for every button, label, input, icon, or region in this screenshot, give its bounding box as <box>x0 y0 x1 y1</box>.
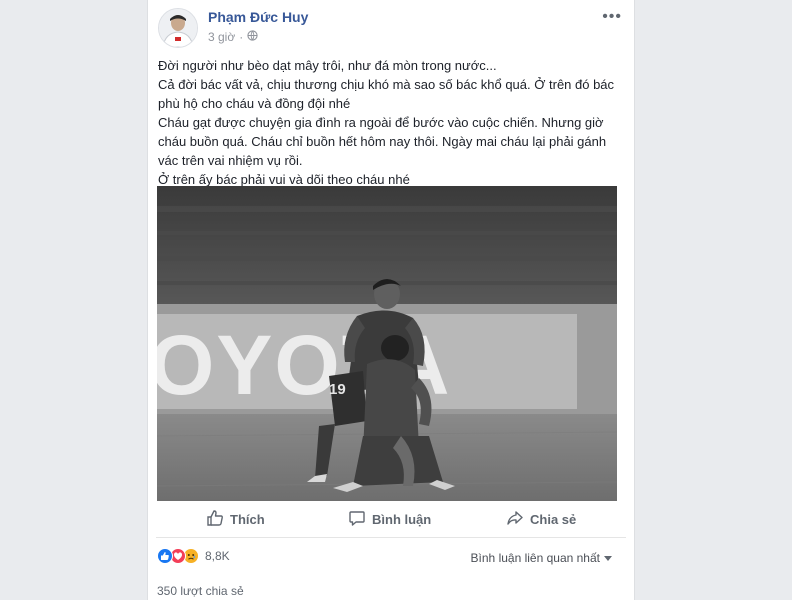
comment-sort-label: Bình luận liên quan nhất <box>470 551 600 565</box>
thumbs-up-icon <box>206 509 224 530</box>
jersey-number: 19 <box>329 381 346 398</box>
avatar[interactable] <box>158 8 198 48</box>
post-text-line: Đời người như bèo dạt mây trôi, như đá m… <box>158 58 497 73</box>
photo-illustration: OYOTA 19 <box>157 186 617 501</box>
post-text-line: vác trên vai nhiệm vụ rồi. <box>158 153 303 168</box>
post-text: Đời người như bèo dạt mây trôi, như đá m… <box>158 56 624 189</box>
caret-down-icon <box>604 551 612 565</box>
like-reaction-icon <box>157 548 173 564</box>
post-text-line: phù hộ cho cháu và đồng đội nhé <box>158 96 351 111</box>
share-count[interactable]: 350 lượt chia sẻ <box>157 584 244 598</box>
post-photo[interactable]: OYOTA 19 <box>157 186 617 501</box>
divider <box>156 537 626 538</box>
comment-button[interactable]: Bình luận <box>348 509 431 530</box>
share-arrow-icon <box>506 509 524 530</box>
share-label: Chia sẻ <box>530 512 577 527</box>
more-options-icon[interactable]: ••• <box>602 8 622 26</box>
reaction-summary[interactable]: 8,8K <box>157 548 230 564</box>
meta-separator: · <box>239 30 244 44</box>
reaction-count[interactable]: 8,8K <box>205 549 230 563</box>
comment-sort-dropdown[interactable]: Bình luận liên quan nhất <box>471 551 612 565</box>
share-button[interactable]: Chia sẻ <box>506 509 576 530</box>
author-name[interactable]: Phạm Đức Huy <box>208 9 308 25</box>
post-card: Phạm Đức Huy 3 giờ · ••• Đời người như b… <box>147 0 635 600</box>
post-text-line: Cả đời bác vất vả, chịu thương chịu khó … <box>158 77 615 92</box>
action-bar: Thích Bình luận Chia sẻ <box>148 506 636 534</box>
like-button[interactable]: Thích <box>206 509 265 530</box>
reaction-icons <box>157 548 201 564</box>
like-label: Thích <box>230 512 265 527</box>
post-time[interactable]: 3 giờ <box>208 30 235 44</box>
post-text-line: cháu buồn quá. Cháu chỉ buồn hết hôm nay… <box>158 134 607 149</box>
post-meta: 3 giờ · <box>208 30 258 44</box>
post-header: Phạm Đức Huy 3 giờ · ••• <box>156 6 626 48</box>
comment-label: Bình luận <box>372 512 432 527</box>
comment-bubble-icon <box>348 509 366 530</box>
globe-icon[interactable] <box>247 30 258 44</box>
post-text-line: Cháu gạt được chuyện gia đình ra ngoài đ… <box>158 115 604 130</box>
